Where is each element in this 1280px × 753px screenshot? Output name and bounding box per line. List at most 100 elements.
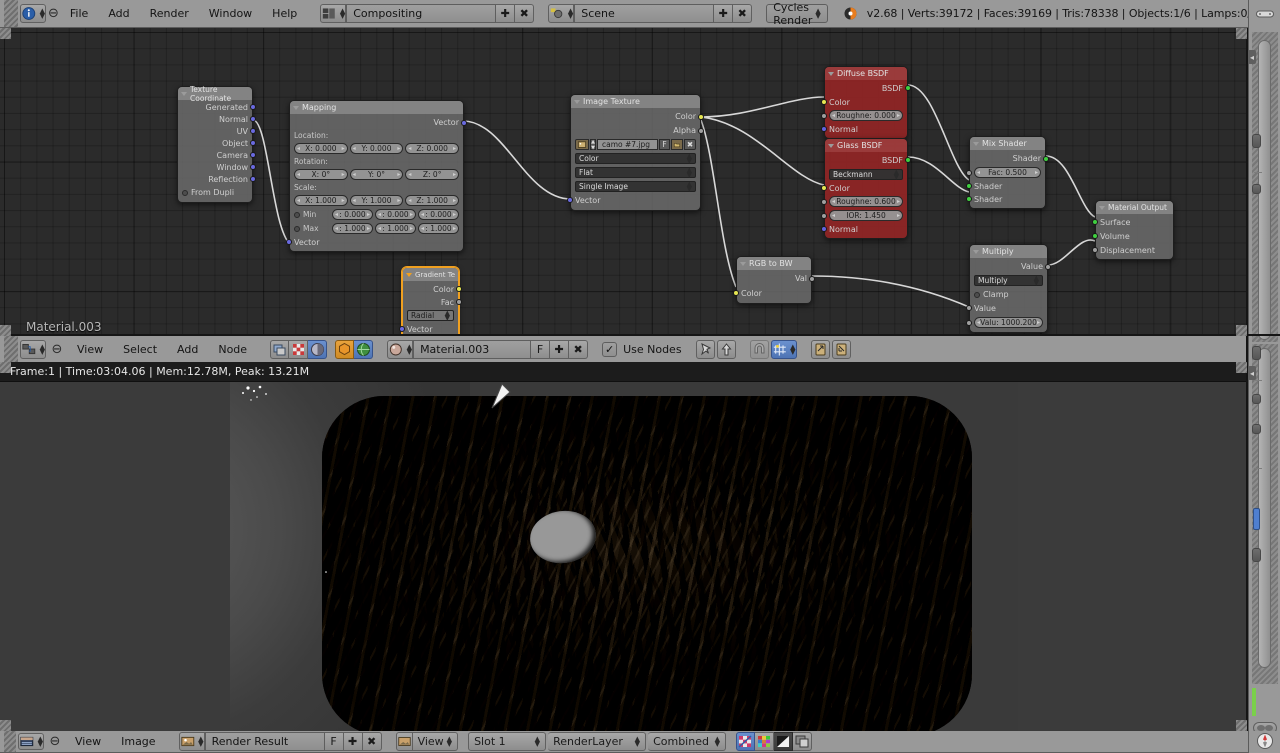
x-icon[interactable]: ✖ [362, 732, 382, 751]
view-mode-selector[interactable]: View ▲ ▼ [395, 732, 459, 751]
fac-field[interactable]: ◂ Fac: 0.500 ▸ [974, 167, 1041, 178]
collapse-triangle-icon[interactable] [406, 272, 412, 277]
image-datablock-selector[interactable]: ▲ ▼ Render Result F ✚ ✖ [178, 732, 382, 751]
shader-nodes-icon[interactable] [308, 340, 328, 359]
projection-select[interactable]: Flat ▲ ▼ [575, 166, 696, 178]
x-icon[interactable]: ✖ [733, 4, 753, 23]
input-socket-value1[interactable] [966, 305, 972, 311]
node-material-output[interactable]: Material Output Surface Volume Displacem… [1092, 200, 1174, 260]
slider-nub[interactable] [1252, 134, 1261, 148]
minus-icon[interactable]: ⊖ [48, 6, 59, 21]
tree-type-selector[interactable] [270, 340, 328, 359]
min-x[interactable]: ◂: 0.000 ▸ [332, 209, 373, 220]
image-spinner[interactable]: ▲ ▼ [198, 735, 203, 747]
snap-spinner[interactable]: ▲ ▼ [790, 343, 795, 355]
image-browse-spinner[interactable]: ▲ ▼ [590, 139, 596, 151]
input-socket-ior[interactable] [821, 213, 827, 219]
menu-window[interactable]: Window [200, 5, 261, 22]
image-view-icon[interactable] [395, 732, 413, 751]
material-sphere-icon[interactable]: ▲ ▼ [387, 340, 414, 359]
texture-nodes-icon[interactable] [289, 340, 309, 359]
output-socket[interactable] [250, 128, 256, 134]
corner-grip-top-left[interactable] [0, 28, 11, 39]
shading-context-selector[interactable] [335, 340, 374, 359]
output-socket-fac[interactable] [456, 299, 462, 305]
editor-type-spinner[interactable]: ▲ ▼ [40, 7, 45, 19]
corner-grip-node-right-bottom[interactable] [1236, 325, 1247, 336]
collapse-triangle-icon[interactable] [1099, 205, 1105, 210]
compass-icon[interactable] [1256, 732, 1274, 753]
compositing-nodes-icon[interactable] [270, 340, 290, 359]
image-name-field[interactable]: Render Result [204, 732, 325, 751]
node-header[interactable]: Mix Shader [970, 137, 1045, 150]
menu-help[interactable]: Help [263, 5, 306, 22]
menu-view[interactable]: View [68, 341, 112, 358]
node-header[interactable]: RGB to BW [737, 257, 811, 270]
editor-type-spinner[interactable]: ▲ ▼ [40, 343, 45, 355]
input-socket-fac[interactable] [966, 170, 972, 176]
node-header[interactable]: Diffuse BSDF [825, 67, 907, 80]
output-socket-color[interactable] [456, 286, 462, 292]
roughness-field[interactable]: ◂ Roughne: 0.000 ▸ [829, 110, 903, 121]
input-socket[interactable] [399, 326, 405, 332]
fake-user-button[interactable]: F [324, 732, 344, 751]
operation-select[interactable]: Multiply ▲ ▼ [974, 274, 1043, 286]
scale-x[interactable]: ◂ X: 1.000 ▸ [294, 195, 348, 206]
node-editor-canvas[interactable]: Texture Coordinate Generated Normal UV O… [0, 28, 1280, 336]
layout-spinner[interactable]: ▲ ▼ [340, 7, 345, 19]
render-layer-select[interactable]: RenderLayer ▲ ▼ [548, 732, 647, 751]
menu-select[interactable]: Select [114, 341, 166, 358]
world-icon[interactable] [354, 340, 374, 359]
output-socket[interactable] [461, 120, 467, 126]
image-browse-icon[interactable]: ▲ ▼ [178, 732, 205, 751]
output-socket-bsdf[interactable] [905, 157, 911, 163]
x-icon[interactable]: ✖ [515, 4, 535, 23]
max-y[interactable]: ◂: 1.000 ▸ [375, 223, 416, 234]
region-toggle-arrow[interactable]: ◂ [1248, 366, 1256, 380]
input-socket-roughness[interactable] [821, 199, 827, 205]
input-socket-normal[interactable] [821, 126, 827, 132]
clamp-checkbox[interactable]: Clamp [974, 289, 1043, 300]
ior-field[interactable]: ◂ IOR: 1.450 ▸ [829, 210, 903, 221]
output-socket-value[interactable] [1045, 264, 1051, 270]
node-header[interactable]: Gradient Te [403, 268, 458, 281]
input-socket-shader1[interactable] [966, 183, 972, 189]
slider-nub[interactable] [1252, 548, 1261, 562]
collapse-triangle-icon[interactable] [973, 249, 979, 254]
output-socket[interactable] [250, 176, 256, 182]
from-dupli-checkbox[interactable]: From Dupli [182, 187, 248, 198]
menu-view[interactable]: View [66, 733, 110, 750]
header-grip[interactable] [4, 0, 18, 27]
input-socket-normal[interactable] [821, 226, 827, 232]
fake-user-button[interactable]: F [659, 139, 670, 150]
scene-selector[interactable]: ▲ ▼ Scene ✚ ✖ [548, 4, 753, 23]
object-icon[interactable] [335, 340, 355, 359]
scene-name[interactable]: Scene [574, 4, 715, 23]
fake-user-button[interactable]: F [531, 340, 551, 359]
node-header[interactable]: Texture Coordinate [178, 85, 252, 103]
display-channels-selector[interactable] [736, 732, 813, 751]
input-socket[interactable] [286, 239, 292, 245]
min-y[interactable]: ◂: 0.000 ▸ [375, 209, 416, 220]
scale-y[interactable]: ◂ Y: 1.000 ▸ [349, 195, 404, 206]
collapse-triangle-icon[interactable] [828, 143, 834, 148]
node-rgb-to-bw[interactable]: RGB to BW Val Color [733, 256, 815, 304]
corner-grip-node-bottom[interactable] [0, 325, 11, 336]
input-socket-roughness[interactable] [821, 113, 827, 119]
x-icon[interactable]: ✖ [684, 139, 696, 150]
node-math-multiply[interactable]: Multiply Value Multiply ▲▼ Clamp Value [966, 244, 1051, 333]
corner-grip-img-right-bottom[interactable] [1236, 720, 1247, 731]
max-x[interactable]: ◂: 1.000 ▸ [332, 223, 373, 234]
node-header[interactable]: Mapping [290, 101, 463, 114]
z-buffer-icon[interactable] [793, 732, 813, 751]
node-header[interactable]: Multiply [970, 245, 1047, 258]
color-swatch[interactable] [1253, 508, 1260, 530]
roughness-field[interactable]: ◂ Roughne: 0.600 ▸ [829, 196, 903, 207]
slider-nub[interactable] [1252, 394, 1261, 404]
magnet-icon[interactable] [749, 340, 769, 359]
scene-icon[interactable]: ▲ ▼ [548, 4, 575, 23]
corner-grip-img-top[interactable] [0, 362, 11, 373]
render-engine-select[interactable]: Cycles Render ▲ ▼ [766, 1, 828, 27]
plus-icon[interactable]: ✚ [496, 4, 516, 23]
input-socket-shader2[interactable] [966, 196, 972, 202]
